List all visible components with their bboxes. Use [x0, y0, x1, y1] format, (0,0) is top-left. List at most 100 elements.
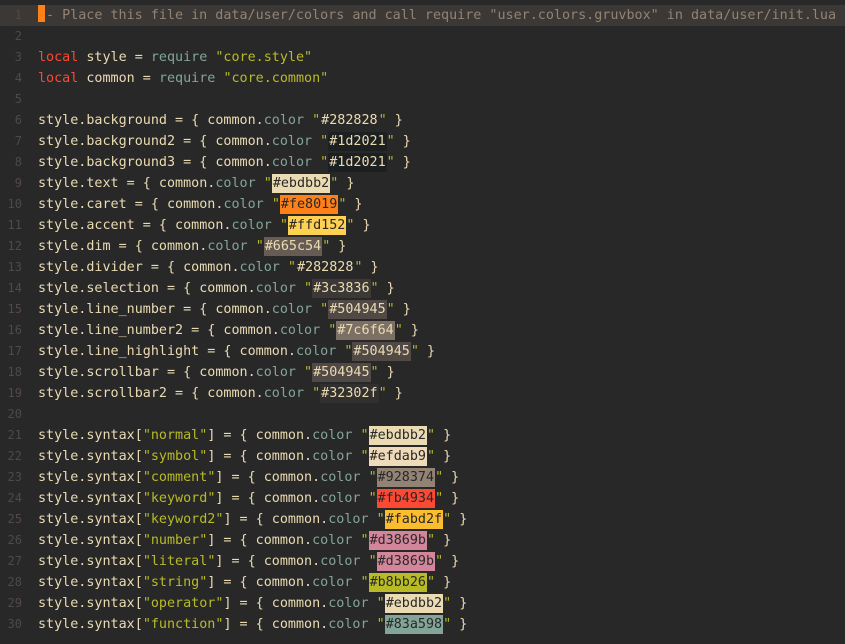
color-swatch: #3c3836	[312, 279, 371, 298]
color-swatch: #7c6f64	[336, 321, 395, 340]
code-text[interactable]: style.syntax["symbol"] = { common.color …	[38, 446, 451, 467]
code-line[interactable]: 8 style.background3 = { common.color "#1d…	[0, 152, 845, 173]
code-line[interactable]: 2	[0, 26, 845, 47]
code-line[interactable]: 23 style.syntax["comment"] = { common.col…	[0, 467, 845, 488]
code-token: }	[394, 155, 411, 170]
code-token: color	[312, 533, 353, 548]
code-token: color	[320, 554, 361, 569]
code-text[interactable]: style.syntax["string"] = { common.color …	[38, 572, 451, 593]
code-token: }	[330, 239, 347, 254]
code-line[interactable]: 27 style.syntax["literal"] = { common.col…	[0, 551, 845, 572]
code-text[interactable]: style.syntax["literal"] = { common.color…	[38, 551, 459, 572]
code-text[interactable]: style.syntax["number"] = { common.color …	[38, 530, 451, 551]
code-text[interactable]: - Place this file in data/user/colors an…	[38, 5, 836, 26]
code-token: ] = { common.	[215, 470, 321, 485]
code-line[interactable]: 5	[0, 89, 845, 110]
code-editor[interactable]: 1 - Place this file in data/user/colors a…	[0, 0, 845, 644]
code-token: "	[386, 155, 395, 170]
code-line[interactable]: 22 style.syntax["symbol"] = { common.colo…	[0, 446, 845, 467]
code-line[interactable]: 30 style.syntax["function"] = { common.co…	[0, 614, 845, 635]
code-token: "	[368, 470, 377, 485]
code-text[interactable]: style.divider = { common.color "#282828"…	[38, 257, 379, 278]
code-token: "	[443, 512, 452, 527]
syntax-key: keyword2	[150, 512, 216, 527]
syntax-key: normal	[150, 428, 200, 443]
code-text[interactable]: style.syntax["keyword"] = { common.color…	[38, 488, 459, 509]
code-token: color	[320, 491, 361, 506]
code-token: "	[394, 323, 403, 338]
code-line[interactable]: 19 style.scrollbar2 = { common.color "#32…	[0, 383, 845, 404]
code-text[interactable]: style.background2 = { common.color "#1d2…	[38, 131, 411, 152]
code-line[interactable]: 3 local style = require "core.style"	[0, 47, 845, 68]
code-line[interactable]: 21 style.syntax["normal"] = { common.colo…	[0, 425, 845, 446]
code-token: color	[207, 239, 248, 254]
code-token: color	[255, 281, 296, 296]
code-token: style.background = { common.	[38, 113, 264, 128]
code-line[interactable]: 29 style.syntax["operator"] = { common.co…	[0, 593, 845, 614]
code-line[interactable]: 16 style.line_number2 = { common.color "#…	[0, 320, 845, 341]
code-line[interactable]: 1 - Place this file in data/user/colors a…	[0, 5, 845, 26]
code-text[interactable]: style.scrollbar2 = { common.color "#3230…	[38, 383, 403, 404]
code-text[interactable]: style.line_highlight = { common.color "#…	[38, 341, 435, 362]
code-token: color	[312, 575, 353, 590]
code-token: }	[346, 197, 363, 212]
code-text[interactable]: style.selection = { common.color "#3c383…	[38, 278, 395, 299]
code-line[interactable]: 25 style.syntax["keyword2"] = { common.co…	[0, 509, 845, 530]
code-token: }	[354, 218, 371, 233]
code-text[interactable]: style.accent = { common.color "#ffd152" …	[38, 215, 371, 236]
code-line[interactable]: 18 style.scrollbar = { common.color "#504…	[0, 362, 845, 383]
code-line[interactable]: 20	[0, 404, 845, 425]
code-text[interactable]: style.text = { common.color "#ebdbb2" }	[38, 173, 354, 194]
code-text[interactable]: style.background = { common.color "#2828…	[38, 110, 403, 131]
color-swatch: #928374	[376, 468, 436, 487]
code-token: require	[158, 71, 216, 86]
code-token: - Place this file in data/user/colors an…	[46, 8, 837, 23]
code-line[interactable]: 6 style.background = { common.color "#282…	[0, 110, 845, 131]
code-text[interactable]: style.syntax["function"] = { common.colo…	[38, 614, 467, 635]
code-line[interactable]: 17 style.line_highlight = { common.color …	[0, 341, 845, 362]
code-token: color	[271, 302, 313, 317]
code-line[interactable]: 14 style.selection = { common.color "#3c3…	[0, 278, 845, 299]
line-number: 21	[7, 428, 22, 442]
code-text[interactable]: style.syntax["keyword2"] = { common.colo…	[38, 509, 467, 530]
code-text[interactable]: local style = require "core.style"	[38, 47, 312, 68]
code-token: "	[304, 281, 313, 296]
code-line[interactable]: 4 local common = require "core.common"	[0, 68, 845, 89]
code-line[interactable]: 26 style.syntax["number"] = { common.colo…	[0, 530, 845, 551]
code-line[interactable]: 28 style.syntax["string"] = { common.colo…	[0, 572, 845, 593]
code-token: "	[376, 617, 385, 632]
code-line[interactable]: 11 style.accent = { common.color "#ffd152…	[0, 215, 845, 236]
color-swatch: #1d2021	[328, 153, 387, 172]
code-token: "	[368, 491, 377, 506]
code-line[interactable]: 24 style.syntax["keyword"] = { common.col…	[0, 488, 845, 509]
code-text[interactable]: style.scrollbar = { common.color "#50494…	[38, 362, 395, 383]
line-number: 18	[7, 365, 22, 379]
code-token: "	[142, 617, 151, 632]
code-text[interactable]: local common = require "core.common"	[38, 68, 328, 89]
code-line[interactable]: 7 style.background2 = { common.color "#1d…	[0, 131, 845, 152]
code-text[interactable]: style.dim = { common.color "#665c54" }	[38, 236, 346, 257]
code-line[interactable]: 9 style.text = { common.color "#ebdbb2" }	[0, 173, 845, 194]
code-line[interactable]: 10 style.caret = { common.color "#fe8019"…	[0, 194, 845, 215]
code-line[interactable]: 15 style.line_number = { common.color "#5…	[0, 299, 845, 320]
code-token: style.line_number = { common.	[38, 302, 272, 317]
code-text[interactable]: style.line_number2 = { common.color "#7c…	[38, 320, 419, 341]
code-token: common =	[78, 71, 159, 86]
code-line[interactable]: 13 style.divider = { common.color "#28282…	[0, 257, 845, 278]
line-number: 14	[7, 281, 22, 295]
line-number: 28	[7, 575, 22, 589]
code-text[interactable]: style.syntax["comment"] = { common.color…	[38, 467, 459, 488]
code-text[interactable]: style.background3 = { common.color "#1d2…	[38, 152, 411, 173]
code-text[interactable]: style.syntax["operator"] = { common.colo…	[38, 593, 467, 614]
code-text[interactable]: style.line_number = { common.color "#504…	[38, 299, 411, 320]
code-token: style.dim = { common.	[38, 239, 208, 254]
code-token: color	[279, 323, 321, 338]
code-text[interactable]: style.caret = { common.color "#fe8019" }	[38, 194, 363, 215]
code-line[interactable]: 12 style.dim = { common.color "#665c54" }	[0, 236, 845, 257]
line-number: 3	[14, 50, 22, 64]
code-text[interactable]: style.syntax["normal"] = { common.color …	[38, 425, 451, 446]
